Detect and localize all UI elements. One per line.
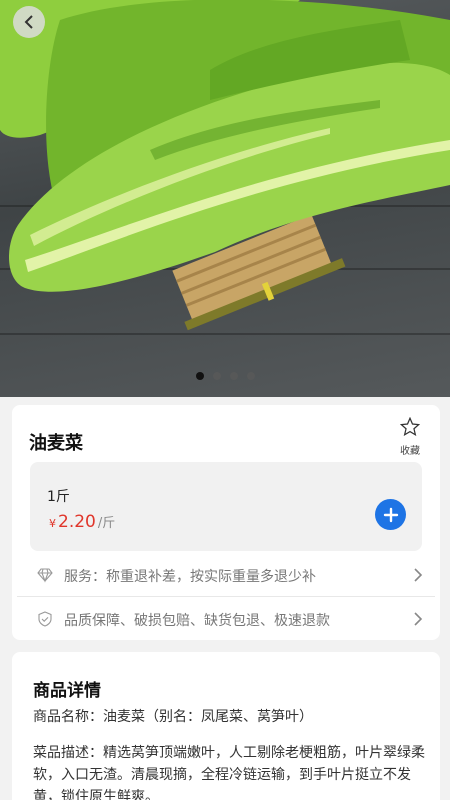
product-info-card: 油麦菜 收藏 1斤 ¥2.20/斤 服务：称重退补差，按实际重量多退少补 品质保… bbox=[12, 405, 440, 640]
favorite-label: 收藏 bbox=[400, 446, 420, 457]
carousel-dot[interactable] bbox=[195, 372, 204, 380]
detail-description: 菜品描述：精选莴笋顶端嫩叶，人工剔除老梗粗筋，叶片翠绿柔软，入口无渣。清晨现摘，… bbox=[33, 745, 425, 800]
spec-option[interactable]: 1斤 ¥2.20/斤 bbox=[30, 462, 422, 551]
currency-symbol: ¥ bbox=[49, 517, 56, 530]
price-amount: 2.20 bbox=[58, 512, 96, 532]
add-to-cart-button[interactable] bbox=[375, 499, 406, 530]
chevron-right-icon bbox=[414, 612, 423, 626]
guarantee-row[interactable]: 品质保障、破损包赔、缺货包退、极速退款 bbox=[17, 597, 435, 641]
price-unit: /斤 bbox=[97, 516, 116, 531]
plus-icon bbox=[383, 507, 398, 522]
guarantee-text: 品质保障、破损包赔、缺货包退、极速退款 bbox=[64, 613, 330, 629]
product-detail-card: 商品详情 商品名称：油麦菜（别名：凤尾菜、莴笋叶） 菜品描述：精选莴笋顶端嫩叶，… bbox=[12, 652, 440, 800]
service-row[interactable]: 服务：称重退补差，按实际重量多退少补 bbox=[17, 553, 435, 597]
spec-name: 1斤 bbox=[47, 489, 70, 505]
carousel-indicator bbox=[0, 372, 450, 380]
detail-title: 商品详情 bbox=[33, 681, 101, 701]
back-button[interactable] bbox=[13, 6, 45, 38]
star-icon bbox=[399, 416, 421, 437]
shield-check-icon bbox=[38, 611, 52, 627]
lettuce-photo bbox=[0, 0, 450, 331]
service-text: 服务：称重退补差，按实际重量多退少补 bbox=[64, 569, 316, 585]
carousel-dot[interactable] bbox=[246, 372, 255, 380]
diamond-icon bbox=[37, 568, 53, 583]
detail-product-name: 商品名称：油麦菜（别名：凤尾菜、莴笋叶） bbox=[33, 709, 313, 725]
carousel-dot[interactable] bbox=[229, 372, 238, 380]
chevron-right-icon bbox=[414, 568, 423, 582]
back-arrow-icon bbox=[24, 15, 33, 29]
carousel-dot[interactable] bbox=[212, 372, 221, 380]
product-title: 油麦菜 bbox=[29, 433, 83, 454]
price: ¥2.20/斤 bbox=[49, 512, 115, 532]
favorite-button[interactable]: 收藏 bbox=[396, 416, 424, 457]
product-image-carousel[interactable] bbox=[0, 0, 450, 397]
